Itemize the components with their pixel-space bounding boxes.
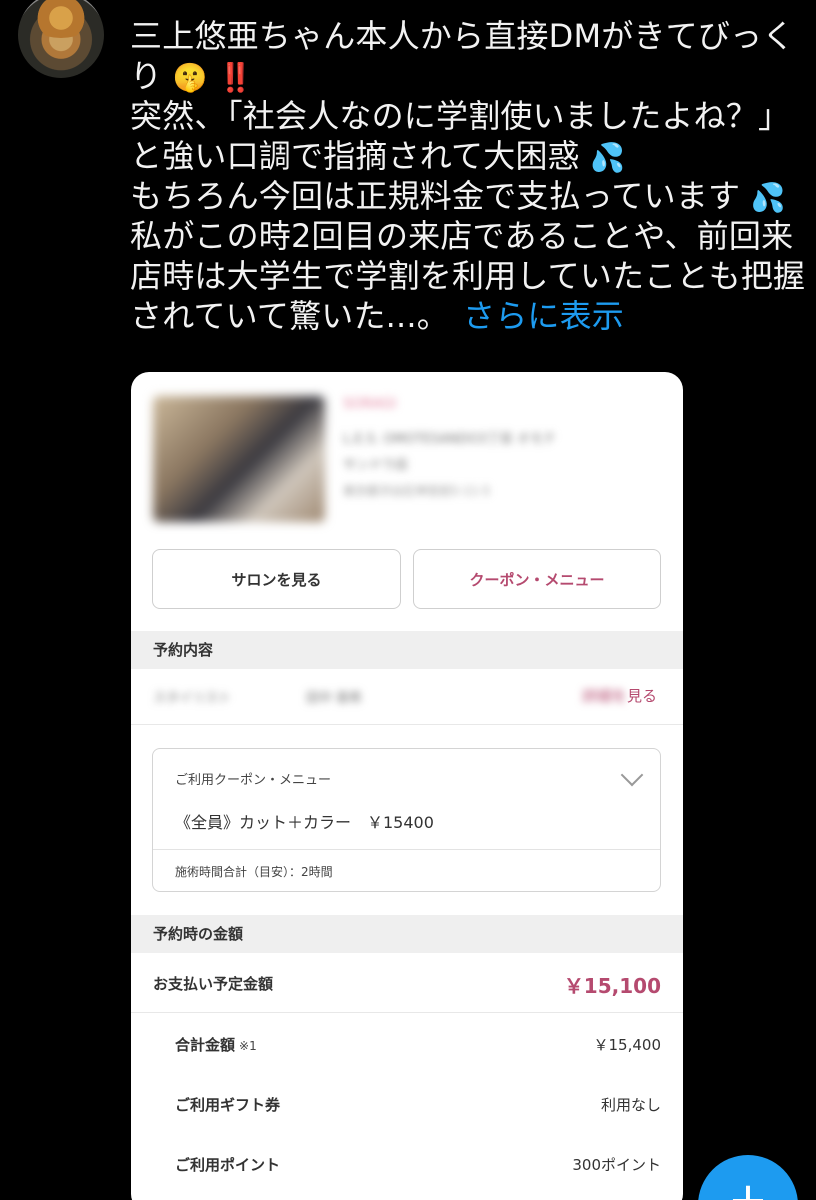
coupon-item: 《全員》カット＋カラー ￥15400 xyxy=(175,813,434,832)
coupon-menu-button[interactable]: クーポン・メニュー xyxy=(413,549,661,609)
tweet-text: 三上悠亜ちゃん本人から直接DMがきてびっく り 🤫 ‼️ 突然、「社会人なのに学… xyxy=(130,0,806,336)
tweet-line-8: されていて驚いた...。 さらに表示 xyxy=(130,297,625,335)
tweet-line-4: と強い口調で指摘されて大困惑 💦 xyxy=(130,136,800,176)
double-exclamation-icon: ‼️ xyxy=(218,61,254,94)
tweet-line-7: 店時は大学生で学割を利用していたことも把握 xyxy=(130,257,806,295)
chevron-down-icon[interactable] xyxy=(620,763,644,787)
total-amount-label: 合計金額 ※1 xyxy=(175,1036,257,1054)
stylist-row: スタイリスト 田中 亜希 詳細を見る xyxy=(131,669,683,725)
scheduled-payment-value: ￥15,100 xyxy=(563,974,661,998)
tweet: 三上悠亜ちゃん本人から直接DMがきてびっく り 🤫 ‼️ 突然、「社会人なのに学… xyxy=(0,0,816,1200)
salon-name: SORAGI xyxy=(343,396,397,412)
salon-address-line-3: 東京都渋谷区神宮前5-11-5 xyxy=(343,484,491,498)
stylist-detail-link[interactable]: 詳細を見る xyxy=(582,685,657,706)
tweet-line-6: 私がこの時2回目の来店であることや、前回来 xyxy=(130,217,794,255)
sweat-droplets-icon: 💦 xyxy=(750,181,786,214)
tweet-line-5: もちろん今回は正規料金で支払っています 💦 xyxy=(130,176,800,216)
gift-certificate-value: 利用なし xyxy=(600,1096,661,1114)
sweat-droplets-icon: 💦 xyxy=(590,141,626,174)
treatment-time: 施術時間合計（目安）：2時間 xyxy=(175,865,333,879)
reservation-section-header: 予約内容 xyxy=(131,631,683,669)
points-used-value: 300ポイント xyxy=(572,1156,661,1174)
salon-photo xyxy=(153,396,325,522)
total-amount-note: ※1 xyxy=(239,1039,257,1053)
show-more-link[interactable]: さらに表示 xyxy=(463,297,624,335)
salon-address-line-2: サンドウ店 xyxy=(343,458,409,473)
total-amount-row: 合計金額 ※1 ￥15,400 xyxy=(131,1014,683,1074)
avatar[interactable] xyxy=(18,0,104,78)
view-salon-button[interactable]: サロンを見る xyxy=(152,549,401,609)
divider xyxy=(153,849,660,850)
tweet-line-3: 突然、「社会人なのに学割使いましたよね？」 xyxy=(130,97,791,135)
coupon-menu-box[interactable]: ご利用クーポン・メニュー 《全員》カット＋カラー ￥15400 施術時間合計（目… xyxy=(152,748,661,892)
stylist-label: スタイリスト xyxy=(153,691,232,706)
tweet-line-2: り 🤫 ‼️ xyxy=(130,56,800,96)
stylist-name: 田中 亜希 xyxy=(306,691,363,706)
gift-certificate-row: ご利用ギフト券 利用なし xyxy=(131,1074,683,1134)
salon-address-line-1: L.E.S. OMOTESANDO3丁目 オモテ xyxy=(343,432,556,447)
attached-screenshot[interactable]: SORAGI L.E.S. OMOTESANDO3丁目 オモテ サンドウ店 東京… xyxy=(131,372,683,1200)
shushing-face-icon: 🤫 xyxy=(172,61,208,94)
total-amount-value: ￥15,400 xyxy=(593,1036,662,1054)
tweet-header-fragment xyxy=(130,0,800,8)
price-section-header: 予約時の金額 xyxy=(131,915,683,953)
scheduled-payment-row: お支払い予定金額 ￥15,100 xyxy=(131,953,683,1013)
points-used-row: ご利用ポイント 300ポイント xyxy=(131,1134,683,1194)
points-used-label: ご利用ポイント xyxy=(175,1156,281,1174)
scheduled-payment-label: お支払い予定金額 xyxy=(153,975,274,993)
tweet-line-1: 三上悠亜ちゃん本人から直接DMがきてびっく xyxy=(130,17,795,55)
gift-certificate-label: ご利用ギフト券 xyxy=(175,1096,281,1114)
compose-plus-icon[interactable]: + xyxy=(698,1155,798,1200)
coupon-label: ご利用クーポン・メニュー xyxy=(175,773,332,788)
